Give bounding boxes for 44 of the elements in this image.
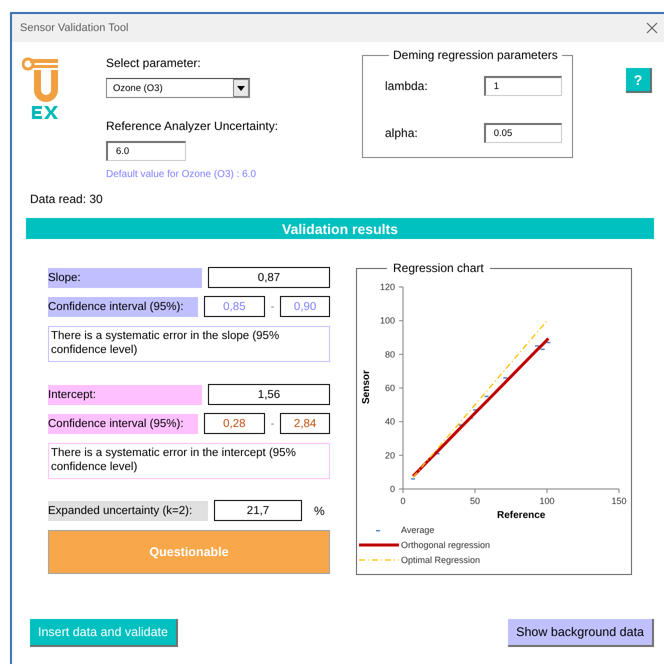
y-tick-label: 120 [380, 282, 395, 292]
result-value: 0,87 [208, 267, 330, 288]
y-tick-label: 40 [384, 416, 395, 427]
x-tick-label: 50 [470, 496, 480, 506]
y-tick-label: 0 [390, 484, 395, 494]
uncertainty-result-value: 21,7 [214, 500, 302, 521]
group-title: Deming regression parameters [392, 48, 559, 62]
interval-label: Confidence interval (95%): [48, 414, 198, 434]
interval-label: Confidence interval (95%): [48, 296, 198, 316]
legend-label: Optimal Regression [401, 555, 480, 565]
parameter-label: Select parameter: [106, 56, 202, 70]
y-tick-label: 20 [384, 450, 395, 460]
data-read-text: Data read: 30 [30, 192, 104, 206]
field-label: alpha: [385, 126, 418, 140]
interval-low-value: 0,85 [204, 296, 265, 317]
interval-separator: - [270, 300, 274, 312]
x-tick-label: 0 [400, 496, 406, 506]
y-tick-label: 100 [380, 316, 395, 326]
interval-low-value: 0,28 [204, 413, 265, 434]
x-axis-title: Reference [497, 510, 546, 521]
result-label: Intercept: [48, 384, 202, 404]
x-tick-label: 150 [611, 496, 627, 506]
result-message: There is a systematic error in the intercept (95% confidence level) [48, 443, 330, 479]
uncertainty-result-label: Expanded uncertainty (k=2): [48, 500, 208, 520]
verdict-banner: Questionable [48, 530, 330, 574]
result-label: Slope: [48, 268, 202, 288]
results-banner: Validation results [26, 218, 654, 239]
legend-label: Orthogonal regression [401, 540, 490, 550]
unit-label: % [314, 504, 325, 518]
x-tick-label: 100 [539, 496, 555, 506]
interval-high-value: 2,84 [280, 413, 330, 434]
result-value: 1,56 [208, 384, 330, 405]
y-tick-label: 60 [384, 383, 395, 393]
interval-high-value: 0,90 [280, 296, 330, 317]
default-value-hint: Default value for Ozone (O3) : 6.0 [106, 169, 258, 180]
result-message: There is a systematic error in the slope (95% confidence level) [48, 326, 330, 362]
y-tick-label: 80 [384, 349, 395, 360]
interval-separator: - [270, 418, 274, 430]
chart-title: Regression chart [392, 261, 485, 275]
uncertainty-label: Reference Analyzer Uncertainty: [106, 119, 280, 133]
field-label: lambda: [385, 78, 428, 93]
legend-label: Average [401, 525, 434, 535]
window-title: Sensor Validation Tool [20, 22, 128, 34]
y-axis-title: Sensor [361, 370, 372, 404]
